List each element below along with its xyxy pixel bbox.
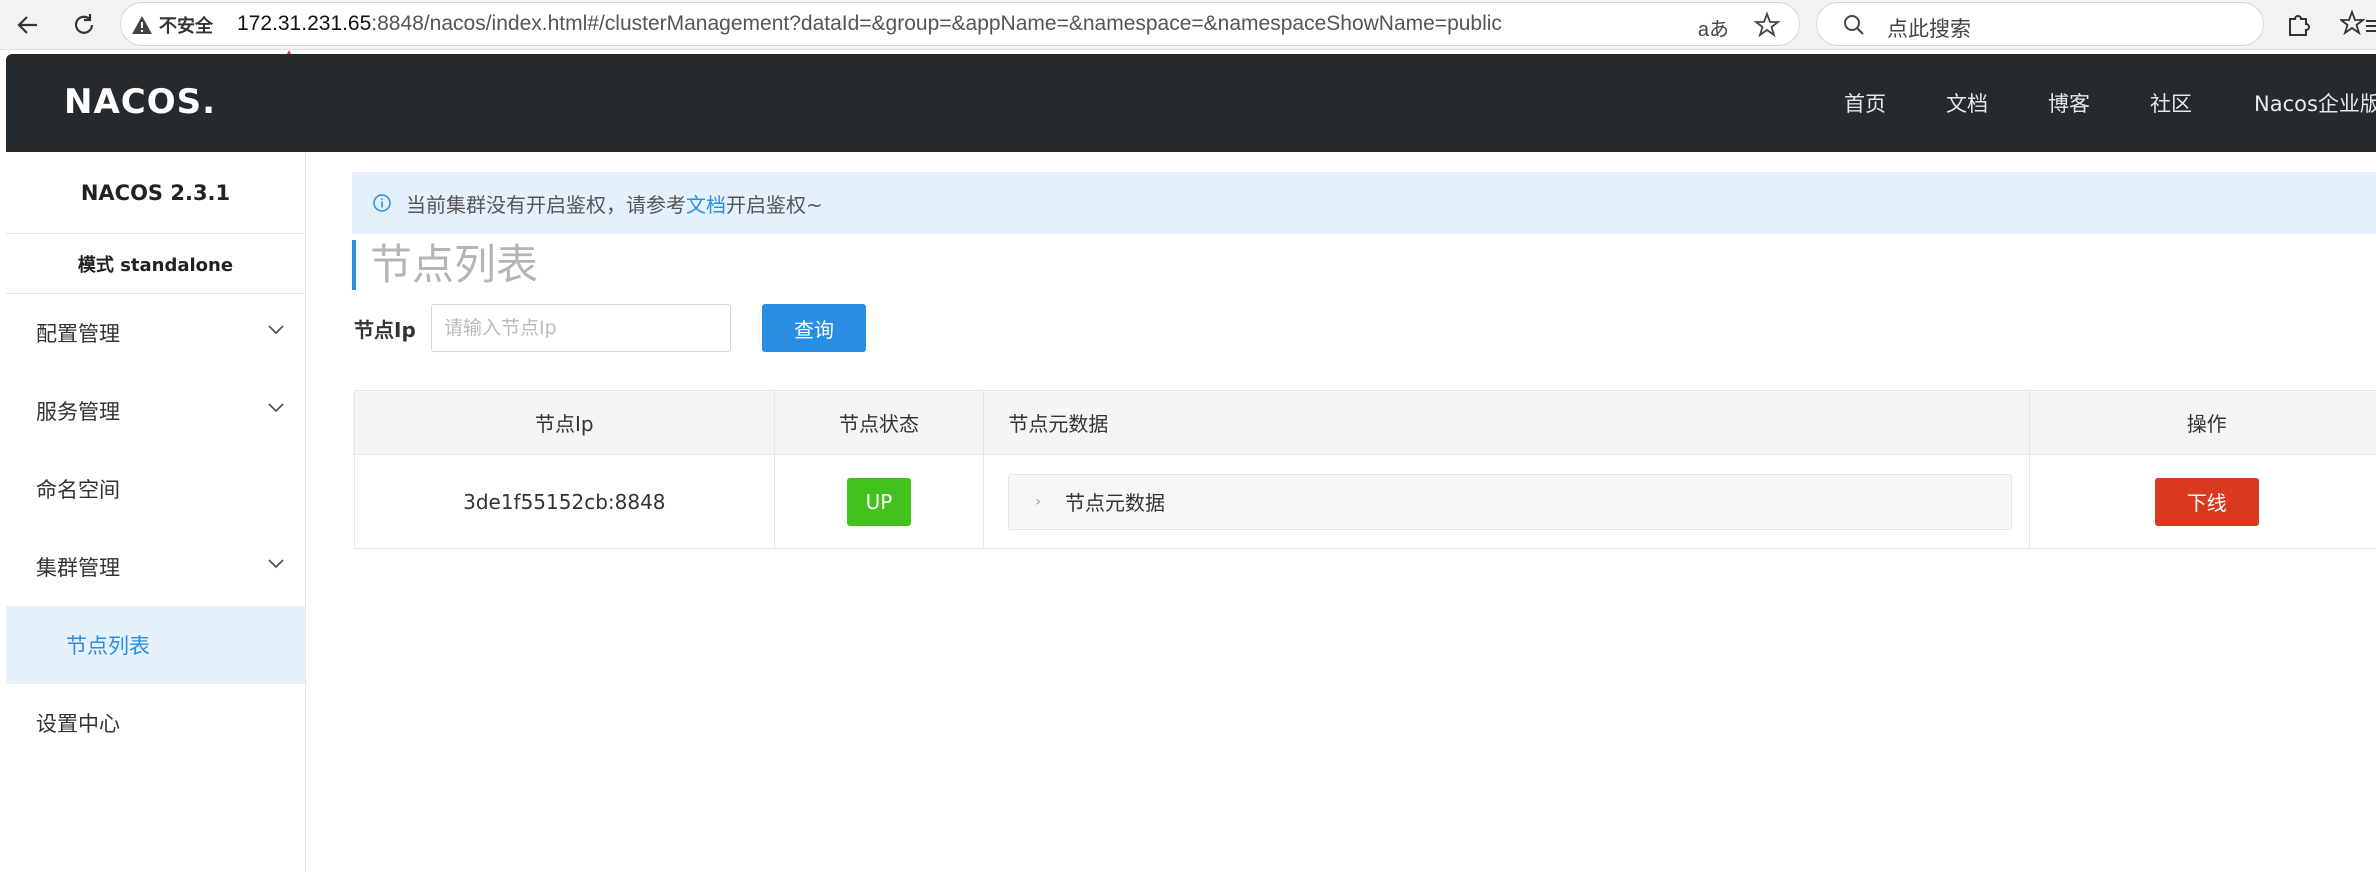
metadata-expander[interactable]: › 节点元数据 bbox=[1008, 473, 2013, 530]
notice-docs-link[interactable]: 文档 bbox=[686, 189, 726, 218]
nav-blog[interactable]: 博客 bbox=[2048, 88, 2090, 118]
offline-button[interactable]: 下线 bbox=[2154, 477, 2259, 526]
col-actions: 操作 bbox=[2029, 390, 2376, 455]
search-icon bbox=[1844, 15, 1864, 35]
sidebar-item-label: 服务管理 bbox=[36, 400, 120, 424]
sidebar-item-label: 命名空间 bbox=[36, 478, 120, 502]
sidebar-item-label: 集群管理 bbox=[36, 556, 120, 580]
table-row: 3de1f55152cb:8848 UP › 节点元数据 下线 bbox=[354, 454, 2376, 549]
sidebar-item-node-list[interactable]: 节点列表 bbox=[6, 606, 305, 684]
url-text[interactable]: 172.31.231.65:8848/nacos/index.html#/clu… bbox=[237, 12, 1502, 36]
address-bar[interactable]: 不安全 172.31.231.65:8848/nacos/index.html#… bbox=[120, 2, 1800, 46]
reload-button[interactable] bbox=[66, 7, 102, 43]
nav-docs[interactable]: 文档 bbox=[1946, 88, 1988, 118]
security-warning[interactable]: 不安全 bbox=[131, 12, 213, 38]
sidebar-item-service[interactable]: 服务管理 bbox=[6, 372, 305, 450]
favorites-list-icon[interactable] bbox=[2338, 9, 2376, 43]
sidebar-item-settings[interactable]: 设置中心 bbox=[6, 684, 305, 762]
reload-icon bbox=[74, 14, 94, 34]
version-label: NACOS 2.3.1 bbox=[6, 152, 305, 234]
url-host: 172.31.231.65 bbox=[237, 12, 372, 35]
node-ip-label: 节点Ip bbox=[354, 318, 416, 342]
chevron-right-icon: › bbox=[1035, 493, 1042, 510]
table-header-row: 节点Ip 节点状态 节点元数据 操作 bbox=[354, 390, 2376, 455]
col-node-status: 节点状态 bbox=[773, 390, 985, 455]
back-arrow-icon bbox=[17, 16, 37, 34]
app-header: NA C OS . 首页 文档 博客 社区 Nacos企业版 bbox=[6, 54, 2376, 152]
sidebar-item-label: 设置中心 bbox=[36, 712, 120, 736]
url-path: :8848/nacos/index.html#/clusterManagemen… bbox=[371, 12, 1502, 35]
mode-label: 模式 standalone bbox=[6, 234, 305, 294]
cell-actions: 下线 bbox=[2029, 454, 2376, 549]
sidebar-item-namespace[interactable]: 命名空间 bbox=[6, 450, 305, 528]
status-badge: UP bbox=[847, 477, 912, 526]
nav-home[interactable]: 首页 bbox=[1844, 88, 1886, 118]
chevron-down-icon bbox=[268, 325, 284, 335]
back-button[interactable] bbox=[10, 7, 46, 43]
sidebar-item-label: 节点列表 bbox=[66, 634, 150, 658]
warning-icon bbox=[132, 16, 152, 34]
sidebar-item-cluster[interactable]: 集群管理 bbox=[6, 528, 305, 606]
read-aloud-icon[interactable]: aあ bbox=[1698, 13, 1729, 42]
cell-node-ip: 3de1f55152cb:8848 bbox=[354, 454, 775, 549]
security-label: 不安全 bbox=[159, 16, 213, 37]
metadata-label: 节点元数据 bbox=[1065, 491, 1166, 515]
notice-suffix: 开启鉴权~ bbox=[726, 192, 823, 217]
main-content: 当前集群没有开启鉴权，请参考 文档 开启鉴权~ 节点列表 节点Ip 查询 节点I… bbox=[306, 152, 2376, 872]
nav-community[interactable]: 社区 bbox=[2150, 88, 2192, 118]
logo-part3: OS bbox=[146, 82, 203, 122]
node-table: 节点Ip 节点状态 节点元数据 操作 3de1f55152cb:8848 UP … bbox=[354, 390, 2376, 549]
chevron-down-icon bbox=[268, 559, 284, 569]
chevron-down-icon bbox=[268, 403, 284, 413]
node-ip-input[interactable] bbox=[431, 304, 731, 352]
logo-dot: . bbox=[202, 82, 217, 122]
search-placeholder: 点此搜索 bbox=[1887, 17, 1971, 41]
page-title: 节点列表 bbox=[352, 240, 538, 290]
info-icon bbox=[373, 194, 391, 212]
sidebar-item-config[interactable]: 配置管理 bbox=[6, 294, 305, 372]
notice-prefix: 当前集群没有开启鉴权，请参考 bbox=[406, 192, 686, 217]
extensions-icon[interactable] bbox=[2284, 9, 2314, 43]
cell-node-status: UP bbox=[773, 454, 985, 549]
query-button[interactable]: 查询 bbox=[762, 304, 866, 352]
logo-part2: C bbox=[120, 82, 147, 122]
browser-toolbar: 不安全 172.31.231.65:8848/nacos/index.html#… bbox=[0, 0, 2376, 50]
col-node-metadata: 节点元数据 bbox=[983, 390, 2031, 455]
sidebar: NACOS 2.3.1 模式 standalone 配置管理 服务管理 命名空间… bbox=[6, 152, 306, 872]
logo-part1: NA bbox=[64, 82, 121, 122]
browser-search-box[interactable]: 点此搜索 bbox=[1816, 2, 2264, 46]
auth-notice: 当前集群没有开启鉴权，请参考 文档 开启鉴权~ bbox=[352, 172, 2376, 234]
col-node-ip: 节点Ip bbox=[354, 390, 775, 455]
nacos-logo[interactable]: NA C OS . bbox=[64, 82, 216, 122]
sidebar-item-label: 配置管理 bbox=[36, 322, 120, 346]
cell-node-metadata: › 节点元数据 bbox=[983, 454, 2031, 549]
nav-enterprise[interactable]: Nacos企业版 bbox=[2254, 88, 2376, 118]
favorite-star-icon[interactable] bbox=[1753, 11, 1781, 43]
